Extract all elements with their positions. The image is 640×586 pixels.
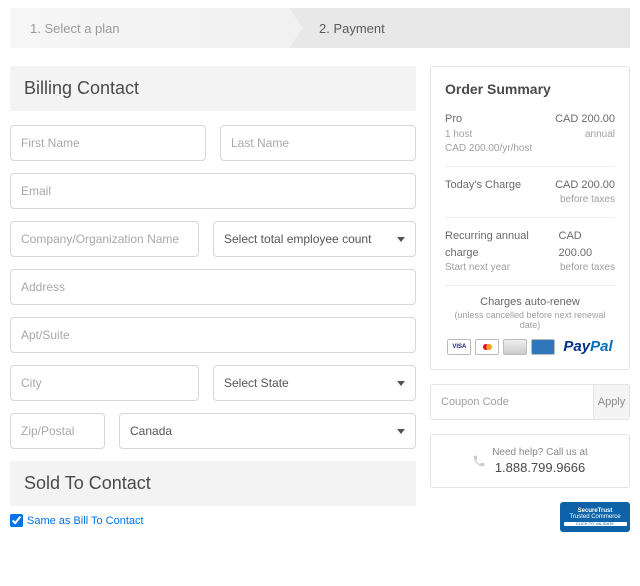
summary-plan-block: Pro CAD 200.00 1 host annual CAD 200.00/yr… <box>445 111 615 167</box>
today-label: Today's Charge <box>445 177 521 194</box>
same-as-bill-to-checkbox[interactable] <box>10 514 23 527</box>
plan-billing: annual <box>585 128 615 142</box>
progress-steps: 1. Select a plan 2. Payment <box>10 8 630 48</box>
summary-auto-block: Charges auto-renew (unless cancelled bef… <box>445 296 615 355</box>
badge-line2: Trusted Commerce <box>569 514 620 521</box>
email-input[interactable] <box>10 173 416 209</box>
step-label: 2. Payment <box>319 21 385 36</box>
badge-line1: SecureTrust <box>578 508 613 515</box>
recur-sub1: Start next year <box>445 261 510 275</box>
first-name-input[interactable] <box>10 125 206 161</box>
paypal-icon: PayPal <box>559 338 612 355</box>
help-text: Need help? Call us at <box>492 447 588 458</box>
today-sub: before taxes <box>560 193 615 207</box>
auto-renew-text: Charges auto-renew <box>445 296 615 308</box>
last-name-input[interactable] <box>220 125 416 161</box>
order-summary: Order Summary Pro CAD 200.00 1 host annual… <box>430 66 630 370</box>
payment-methods: VISA PayPal <box>445 338 615 355</box>
discover-icon <box>503 339 527 355</box>
auto-renew-sub: (unless cancelled before next renewal da… <box>445 310 615 330</box>
plan-hosts: 1 host <box>445 128 472 142</box>
same-as-bill-to-label: Same as Bill To Contact <box>27 515 144 527</box>
help-number: 1.888.799.9666 <box>492 460 588 475</box>
step-label: 1. Select a plan <box>30 21 120 36</box>
amex-icon <box>531 339 555 355</box>
apply-coupon-button[interactable]: Apply <box>593 384 630 420</box>
apt-suite-input[interactable] <box>10 317 416 353</box>
order-summary-title: Order Summary <box>445 81 615 97</box>
today-value: CAD 200.00 <box>555 177 615 194</box>
summary-recur-block: Recurring annual chargeCAD 200.00 Start … <box>445 228 615 286</box>
recur-label: Recurring annual charge <box>445 228 559 261</box>
billing-contact-title: Billing Contact <box>10 66 416 111</box>
step-select-plan[interactable]: 1. Select a plan <box>10 8 289 48</box>
summary-today-block: Today's Charge CAD 200.00 before taxes <box>445 177 615 219</box>
coupon-row: Apply <box>430 384 630 420</box>
visa-icon: VISA <box>447 339 471 355</box>
phone-icon <box>472 454 486 468</box>
address-input[interactable] <box>10 269 416 305</box>
securetrust-badge[interactable]: SecureTrust Trusted Commerce CLICK TO VA… <box>560 502 630 532</box>
badge-line3: CLICK TO VALIDATE <box>564 522 627 526</box>
state-select[interactable]: Select State <box>213 365 416 401</box>
zip-input[interactable] <box>10 413 105 449</box>
country-select[interactable]: Canada <box>119 413 416 449</box>
employee-count-select[interactable]: Select total employee count <box>213 221 416 257</box>
coupon-input[interactable] <box>430 384 593 420</box>
recur-sub2: before taxes <box>560 261 615 275</box>
step-payment: 2. Payment <box>289 8 630 48</box>
plan-name: Pro <box>445 111 462 128</box>
recur-value: CAD 200.00 <box>559 228 615 261</box>
plan-price: CAD 200.00 <box>555 111 615 128</box>
help-card: Need help? Call us at 1.888.799.9666 <box>430 434 630 488</box>
city-input[interactable] <box>10 365 199 401</box>
plan-rate: CAD 200.00/yr/host <box>445 142 615 156</box>
company-input[interactable] <box>10 221 199 257</box>
sold-to-contact-title: Sold To Contact <box>10 461 416 506</box>
same-as-bill-to[interactable]: Same as Bill To Contact <box>10 514 416 527</box>
mastercard-icon <box>475 339 499 355</box>
